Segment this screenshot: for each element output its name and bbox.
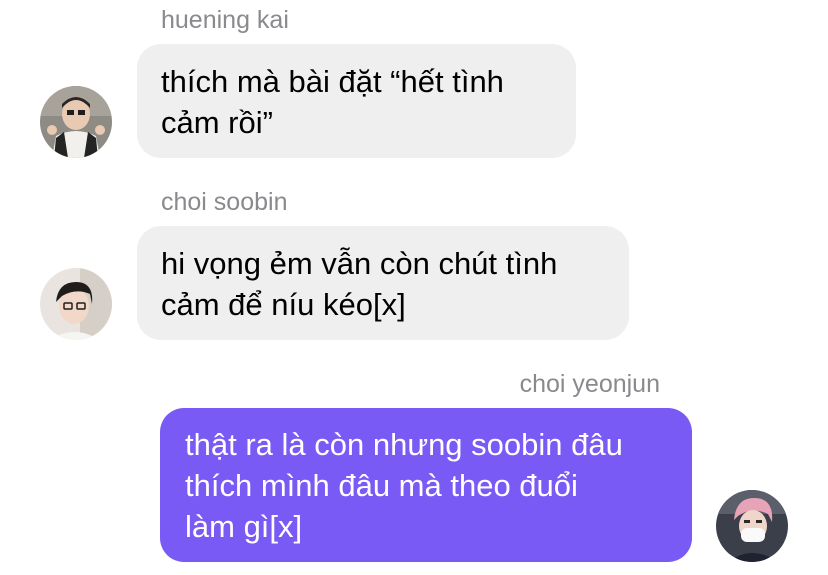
message-text-line: thích mình đâu mà theo đuổi	[185, 468, 578, 503]
avatar-huening-kai[interactable]	[40, 86, 112, 158]
profile-photo-icon	[716, 490, 788, 562]
message-text-line: thích mà bài đặt “hết tình	[161, 64, 504, 99]
chat-thread: huening kai thích mà bài đặt “hết tình c…	[0, 0, 828, 575]
avatar-choi-soobin[interactable]	[40, 268, 112, 340]
message-text-line: cảm rồi”	[161, 105, 273, 140]
sender-name: choi yeonjun	[519, 370, 660, 398]
message-text-line: hi vọng ẻm vẫn còn chút tình	[161, 246, 558, 281]
message-text-line: thật ra là còn nhưng soobin đâu	[185, 427, 623, 462]
message-bubble[interactable]: thích mà bài đặt “hết tình cảm rồi”	[137, 44, 576, 158]
message-text-line: cảm để níu kéo[x]	[161, 287, 406, 322]
profile-photo-icon	[40, 268, 112, 340]
avatar-choi-yeonjun[interactable]	[716, 490, 788, 562]
message-bubble[interactable]: thật ra là còn nhưng soobin đâu thích mì…	[160, 408, 692, 562]
sender-name: choi soobin	[161, 188, 288, 216]
sender-name: huening kai	[161, 6, 289, 34]
message-bubble[interactable]: hi vọng ẻm vẫn còn chút tình cảm để níu …	[137, 226, 629, 340]
message-text-line: làm gì[x]	[185, 509, 303, 544]
profile-photo-icon	[40, 86, 112, 158]
